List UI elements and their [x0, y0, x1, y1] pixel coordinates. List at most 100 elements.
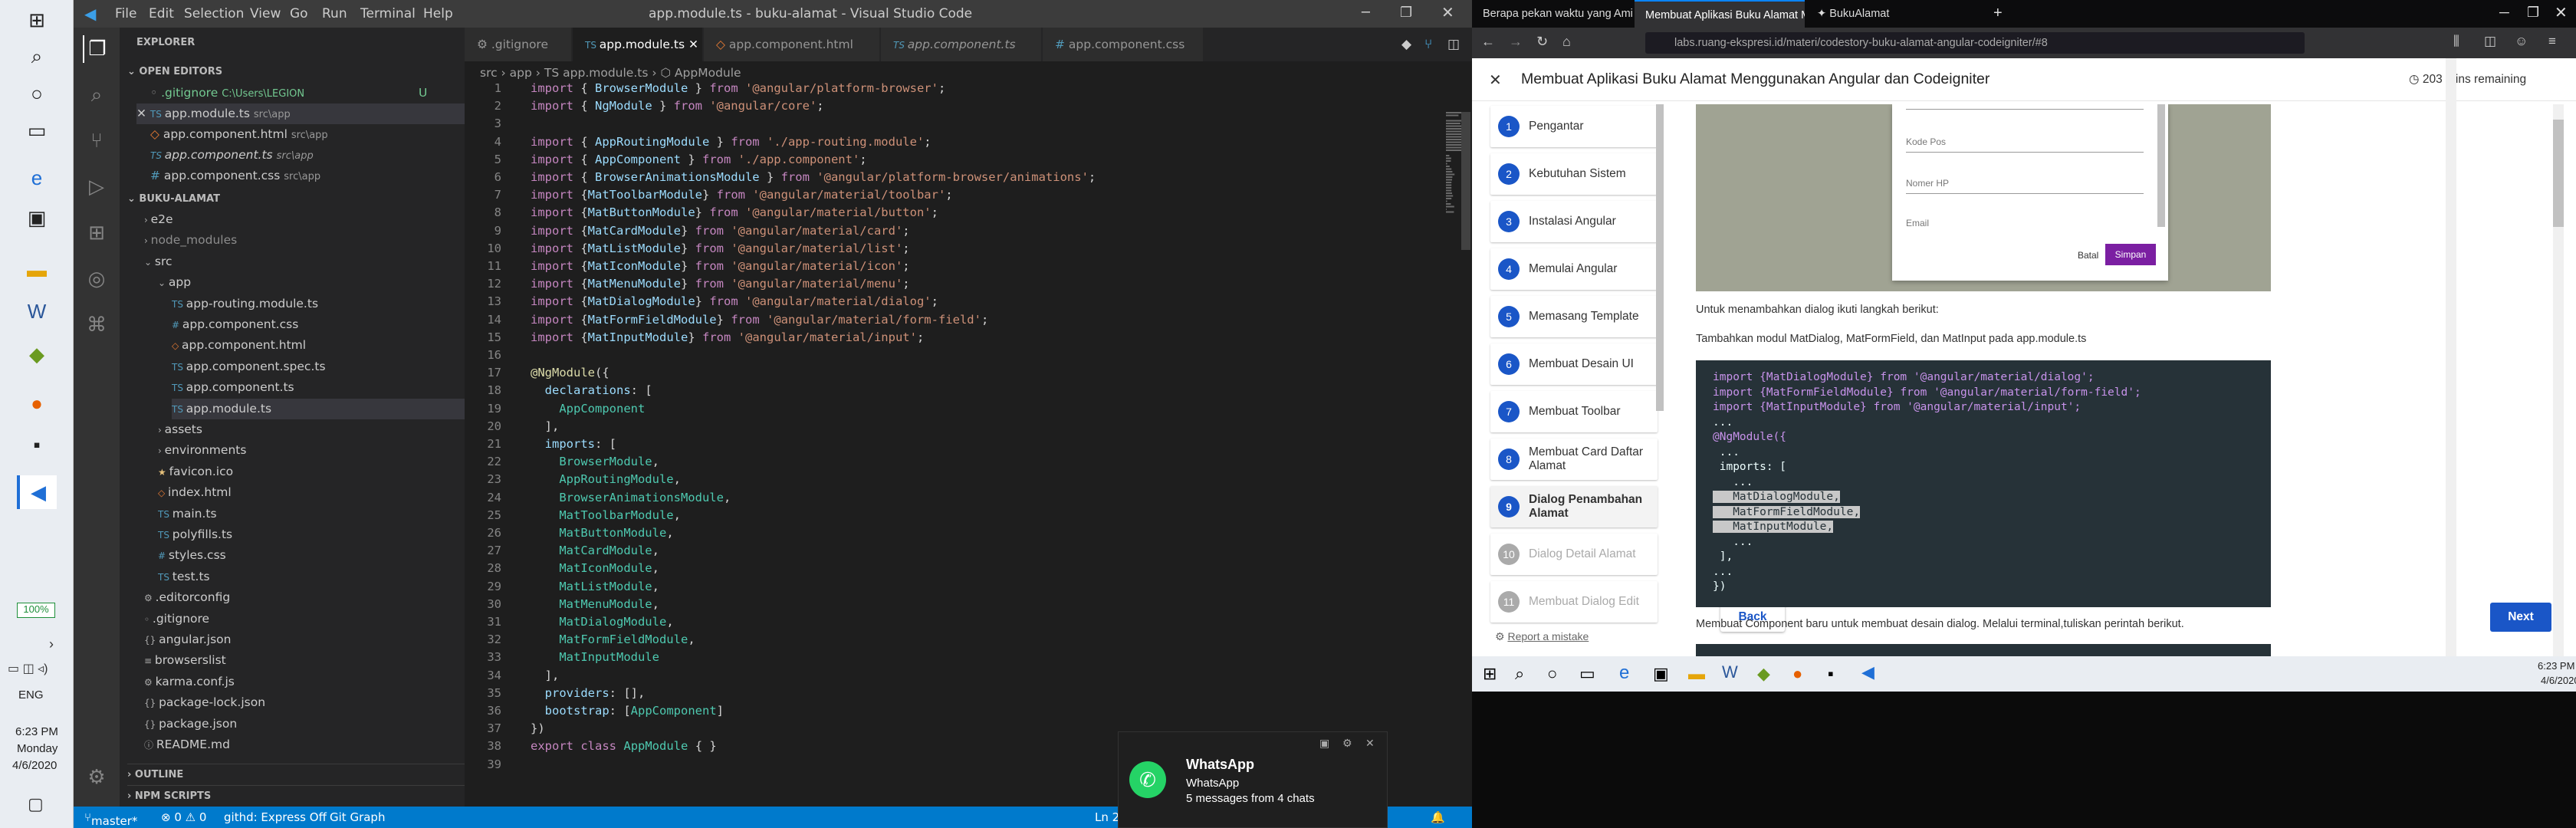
code-line[interactable]: import { BrowserModule } from '@angular/… — [531, 81, 945, 95]
tab-app-component-html[interactable]: ◇ app.component.html — [704, 28, 880, 61]
browser-tab-3[interactable]: ✦ BukuAlamat — [1806, 0, 1960, 28]
menu-help[interactable]: Help — [423, 6, 453, 21]
tree-item[interactable]: {} package.json — [144, 714, 465, 734]
windows-start-icon[interactable]: ⊞ — [1483, 664, 1497, 684]
tree-item[interactable]: TS app.component.ts — [172, 377, 465, 398]
reload-icon[interactable]: ↻ — [1536, 34, 1548, 50]
open-editors-header[interactable]: ⌄ OPEN EDITORS — [127, 61, 222, 82]
code-line[interactable]: @NgModule({ — [531, 366, 610, 380]
toc-item[interactable]: 9 Dialog Penambahan Alamat — [1490, 486, 1658, 527]
toc-item[interactable]: 11 Membuat Dialog Edit — [1490, 581, 1658, 623]
close-icon[interactable]: ✕ — [136, 107, 150, 120]
browser-tab-1[interactable]: Berapa pekan waktu yang Ami — [1472, 0, 1633, 28]
tree-item[interactable]: ⓘ README.md — [144, 734, 465, 755]
menu-view[interactable]: View — [250, 6, 281, 21]
git-graph-icon[interactable]: ⑂ — [1424, 37, 1432, 52]
menu-run[interactable]: Run — [322, 6, 347, 21]
store-icon[interactable]: ▣ — [1653, 664, 1669, 684]
cortana-icon[interactable]: ○ — [1547, 664, 1557, 684]
tree-item[interactable]: › environments — [158, 440, 465, 461]
extensions-icon[interactable]: ⊞ — [83, 219, 110, 247]
tab-app-component-css[interactable]: # app.component.css — [1043, 28, 1204, 61]
code-line[interactable]: import { AppComponent } from './app.comp… — [531, 153, 867, 166]
close-icon[interactable]: ✕ — [1489, 71, 1502, 90]
bell-icon[interactable]: 🔔 — [1431, 810, 1445, 824]
restore-icon[interactable]: ❐ — [2527, 5, 2539, 21]
code-line[interactable]: bootstrap: [AppComponent] — [531, 704, 724, 718]
code-line[interactable]: import {MatDialogModule} from '@angular/… — [531, 294, 938, 308]
git-compare-icon[interactable]: ◆ — [1401, 37, 1411, 52]
git-graph-icon[interactable]: ◎ — [83, 265, 110, 293]
file-explorer-icon[interactable]: ▬ — [1688, 664, 1705, 684]
browser-tab-2[interactable]: Membuat Aplikasi Buku Alamat M — [1635, 0, 1805, 28]
code-line[interactable]: import {MatMenuModule} from '@angular/ma… — [531, 277, 910, 291]
code-line[interactable]: MatListModule, — [531, 580, 659, 593]
content-scrollbar[interactable] — [2553, 104, 2564, 672]
close-icon[interactable]: ✕ — [2555, 3, 2568, 22]
tree-item[interactable]: # app.component.css — [172, 314, 465, 335]
code-line[interactable]: import {MatCardModule} from '@angular/ma… — [531, 224, 910, 238]
task-view-icon[interactable]: ▭ — [17, 113, 57, 147]
search-icon[interactable]: ⌕ — [17, 40, 57, 74]
tree-item[interactable]: TS app.component.spec.ts — [172, 356, 465, 377]
code-line[interactable]: import {MatListModule} from '@angular/ma… — [531, 242, 910, 255]
cortana-icon[interactable]: ○ — [17, 77, 57, 110]
code-line[interactable]: imports: [ — [531, 437, 616, 451]
code-line[interactable]: ], — [531, 669, 560, 682]
toc-item[interactable]: 10 Dialog Detail Alamat — [1490, 534, 1658, 575]
edge-icon[interactable]: e — [17, 161, 57, 195]
tree-item[interactable]: ≡ browserslist — [144, 650, 465, 671]
vscode-icon[interactable]: ◀ — [17, 475, 57, 509]
open-editor-item-active[interactable]: ✕ TS app.module.ts src\app — [136, 104, 465, 124]
source-control-icon[interactable]: ⑂ — [83, 127, 110, 155]
menu-go[interactable]: Go — [290, 6, 308, 21]
menu-icon[interactable]: ≡ — [2548, 34, 2556, 49]
branch-status[interactable]: ⑂ master* — [84, 810, 137, 828]
toc-item[interactable]: 8 Membuat Card Daftar Alamat — [1490, 439, 1658, 480]
gear-icon[interactable]: ⚙ — [1342, 737, 1352, 750]
git-graph-status[interactable]: Git Graph — [330, 810, 385, 824]
firefox-icon[interactable]: ● — [1792, 664, 1802, 684]
tab-app-module[interactable]: TS app.module.ts ✕ — [573, 28, 703, 61]
code-line[interactable]: import {MatToolbarModule} from '@angular… — [531, 188, 953, 202]
app-icon[interactable]: ◆ — [17, 337, 57, 371]
clock-time[interactable]: 6:23 PM — [15, 725, 58, 738]
code-snippet[interactable]: import {MatDialogModule} from '@angular/… — [1696, 360, 2271, 607]
tree-item[interactable]: ◦ .gitignore — [144, 609, 465, 629]
code-line[interactable]: BrowserAnimationsModule, — [531, 491, 731, 504]
tree-item[interactable]: ⌄ src — [144, 251, 465, 272]
menu-edit[interactable]: Edit — [149, 6, 174, 21]
open-editor-item[interactable]: TS app.component.ts src\app — [150, 145, 314, 166]
tree-item[interactable]: # styles.css — [158, 545, 465, 566]
code-line[interactable]: export class AppModule { } — [531, 739, 717, 753]
vscode-icon[interactable]: ◀ — [1861, 662, 1875, 682]
code-line[interactable]: AppComponent — [531, 402, 645, 416]
notification-icon[interactable]: ▢ — [28, 794, 44, 814]
minimize-icon[interactable]: ─ — [1362, 5, 1370, 21]
clock-time[interactable]: 6:23 PM — [2538, 660, 2574, 672]
forward-icon[interactable]: → — [1509, 34, 1523, 50]
tree-item[interactable]: TS app-routing.module.ts — [172, 294, 465, 314]
open-editor-item[interactable]: ◦ .gitignore C:\Users\LEGION U — [150, 83, 465, 104]
address-bar[interactable]: labs.ruang-ekspresi.id/materi/codestory-… — [1645, 32, 2305, 54]
back-icon[interactable]: ← — [1481, 34, 1495, 50]
tab-gitignore[interactable]: ⚙ .gitignore — [465, 28, 572, 61]
tree-item[interactable]: ★ favicon.ico — [158, 462, 465, 482]
code-line[interactable]: import { NgModule } from '@angular/core'… — [531, 99, 824, 113]
remote-icon[interactable]: ⌘ — [83, 311, 110, 339]
pin-icon[interactable]: ▣ — [1319, 737, 1329, 750]
githd-status[interactable]: githd: Express Off — [224, 810, 327, 824]
terminal-icon[interactable]: ▪ — [1828, 664, 1834, 684]
code-line[interactable]: AppRoutingModule, — [531, 472, 681, 486]
firefox-icon[interactable]: ● — [17, 386, 57, 420]
split-editor-icon[interactable]: ◫ — [1447, 37, 1460, 52]
menu-terminal[interactable]: Terminal — [360, 6, 416, 21]
tree-item[interactable]: ⚙ .editorconfig — [144, 587, 465, 608]
chevron-right-icon[interactable]: › — [49, 636, 54, 652]
code-line[interactable]: MatToolbarModule, — [531, 508, 681, 522]
restore-icon[interactable]: ❐ — [1400, 5, 1412, 21]
toc-item[interactable]: 6 Membuat Desain UI — [1490, 343, 1658, 385]
terminal-icon[interactable]: ▪ — [17, 428, 57, 462]
tray-icons[interactable]: ▭ ◫ ◃) — [8, 661, 48, 676]
file-explorer-icon[interactable]: ▬ — [17, 253, 57, 287]
